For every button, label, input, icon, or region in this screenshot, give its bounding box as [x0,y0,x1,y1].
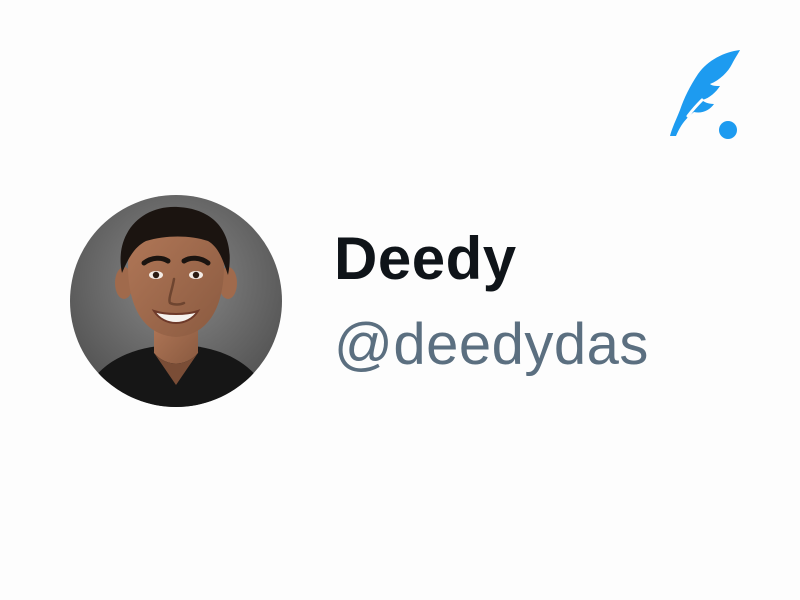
profile-header: Deedy @deedydas [70,195,649,407]
profile-identity: Deedy @deedydas [334,223,649,381]
profile-card: Deedy @deedydas [0,0,800,600]
avatar[interactable] [70,195,282,407]
quill-feather-icon [664,44,744,144]
user-handle[interactable]: @deedydas [334,309,649,381]
display-name: Deedy [334,225,517,292]
